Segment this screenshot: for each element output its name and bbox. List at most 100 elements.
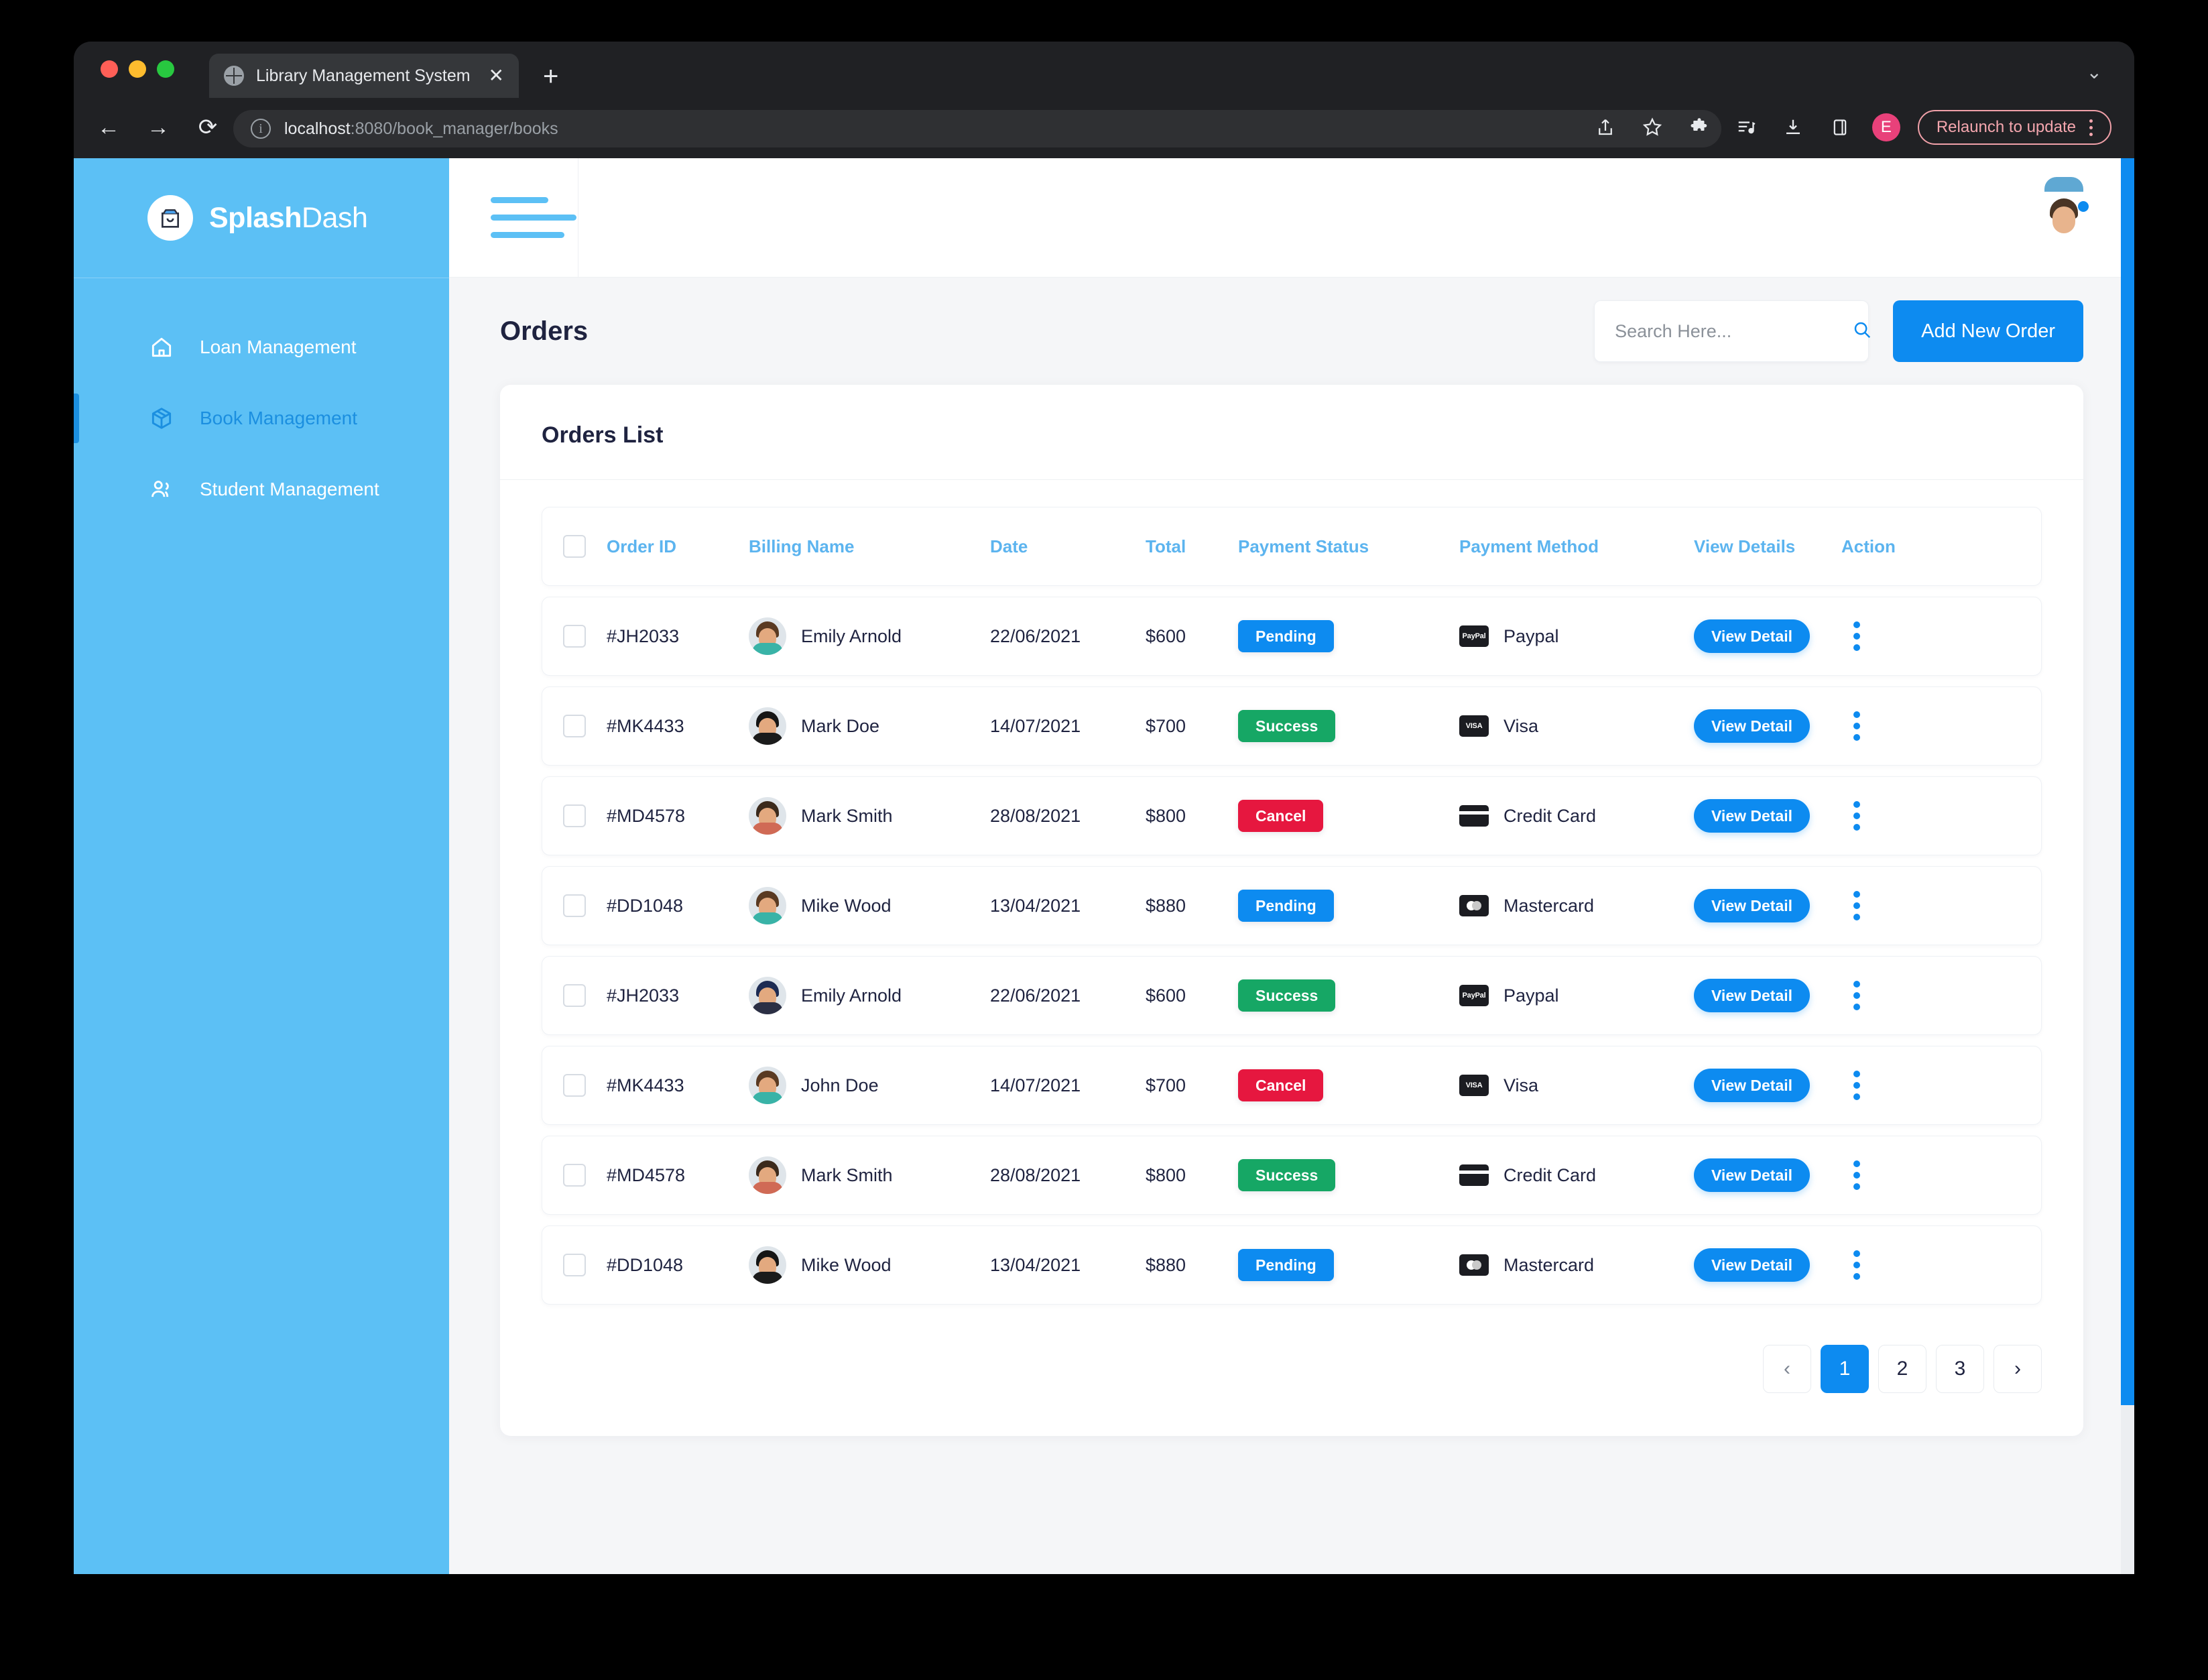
- search-box[interactable]: [1594, 300, 1872, 362]
- site-info-icon[interactable]: i: [251, 119, 271, 139]
- cell-action: [1841, 1250, 1922, 1280]
- reading-list-icon[interactable]: [1731, 113, 1761, 142]
- row-menu-icon[interactable]: [1841, 1160, 1860, 1190]
- forward-icon[interactable]: →: [145, 113, 172, 142]
- view-detail-button[interactable]: View Detail: [1694, 619, 1811, 653]
- brand-logo-area[interactable]: SplashDash: [74, 158, 449, 278]
- brand-name-bold: Splash: [209, 201, 302, 234]
- column-header-payment-method[interactable]: Payment Method: [1459, 536, 1694, 557]
- row-menu-icon[interactable]: [1841, 1250, 1860, 1280]
- view-detail-button[interactable]: View Detail: [1694, 1158, 1811, 1192]
- table-row[interactable]: #DD1048 Mike Wood 13/04/2021 $880 Pending Mas…: [542, 1225, 2042, 1305]
- row-checkbox[interactable]: [563, 625, 586, 648]
- relaunch-label: Relaunch to update: [1936, 118, 2076, 136]
- pagination-page-3[interactable]: 3: [1936, 1345, 1984, 1393]
- row-menu-icon[interactable]: [1841, 1071, 1860, 1100]
- row-menu-icon[interactable]: [1841, 711, 1860, 741]
- cell-payment-status: Cancel: [1238, 800, 1459, 832]
- view-detail-button[interactable]: View Detail: [1694, 709, 1811, 743]
- table-row[interactable]: #JH2033 Emily Arnold 22/06/2021 $600 Pending…: [542, 597, 2042, 676]
- row-checkbox[interactable]: [563, 1074, 586, 1097]
- column-header-billing-name[interactable]: Billing Name: [749, 536, 990, 557]
- reload-icon[interactable]: ⟳: [194, 113, 221, 142]
- globe-favicon-icon: [224, 66, 244, 86]
- minimize-window-button[interactable]: [129, 60, 146, 78]
- row-menu-icon[interactable]: [1841, 801, 1860, 831]
- extensions-puzzle-icon[interactable]: [1684, 113, 1714, 142]
- sidebar-item-student-management[interactable]: Student Management: [74, 454, 449, 525]
- url-path: :8080/book_manager/books: [350, 119, 558, 138]
- cell-view-details: View Detail: [1694, 1069, 1841, 1102]
- new-tab-button[interactable]: +: [543, 63, 558, 90]
- relaunch-to-update-button[interactable]: Relaunch to update: [1917, 110, 2111, 145]
- back-icon[interactable]: ←: [95, 113, 122, 142]
- row-checkbox[interactable]: [563, 804, 586, 827]
- table-row[interactable]: #JH2033 Emily Arnold 22/06/2021 $600 Success…: [542, 956, 2042, 1035]
- pagination-next-button[interactable]: ›: [1994, 1345, 2042, 1393]
- view-detail-button[interactable]: View Detail: [1694, 1248, 1811, 1282]
- search-input[interactable]: [1615, 320, 1853, 342]
- side-panel-icon[interactable]: [1825, 113, 1855, 142]
- cell-total: $600: [1146, 625, 1186, 646]
- cell-total: $880: [1146, 895, 1186, 916]
- cell-date: 22/06/2021: [990, 985, 1081, 1006]
- cell-billing-name: Mark Doe: [749, 707, 990, 745]
- table-row[interactable]: #MD4578 Mark Smith 28/08/2021 $800 Success Cr…: [542, 1136, 2042, 1215]
- row-checkbox[interactable]: [563, 1164, 586, 1187]
- hamburger-icon[interactable]: [491, 197, 576, 238]
- row-checkbox[interactable]: [563, 984, 586, 1007]
- close-window-button[interactable]: [101, 60, 118, 78]
- customer-avatar: [749, 797, 786, 835]
- paypal-icon: PayPal: [1459, 985, 1489, 1006]
- share-icon[interactable]: [1591, 113, 1620, 142]
- brand-name: SplashDash: [209, 201, 368, 235]
- customer-avatar: [749, 977, 786, 1014]
- page-scrollbar[interactable]: [2121, 158, 2134, 1574]
- profile-avatar[interactable]: E: [1872, 113, 1900, 141]
- row-checkbox[interactable]: [563, 715, 586, 737]
- customer-avatar: [749, 1246, 786, 1284]
- table-row[interactable]: #MD4578 Mark Smith 28/08/2021 $800 Cancel Cre…: [542, 776, 2042, 855]
- column-header-view-details[interactable]: View Details: [1694, 536, 1841, 557]
- view-detail-button[interactable]: View Detail: [1694, 979, 1811, 1012]
- table-row[interactable]: #MK4433 John Doe 14/07/2021 $700 Cancel VISA V…: [542, 1046, 2042, 1125]
- pagination-page-1[interactable]: 1: [1821, 1345, 1869, 1393]
- column-header-order-id[interactable]: Order ID: [607, 536, 749, 557]
- view-detail-button[interactable]: View Detail: [1694, 1069, 1811, 1102]
- pagination-page-2[interactable]: 2: [1878, 1345, 1926, 1393]
- table-row[interactable]: #MK4433 Mark Doe 14/07/2021 $700 Success VISA…: [542, 686, 2042, 766]
- search-icon[interactable]: [1852, 320, 1872, 343]
- browser-tab[interactable]: Library Management System ✕: [209, 54, 519, 98]
- column-header-date[interactable]: Date: [990, 536, 1146, 557]
- row-menu-icon[interactable]: [1841, 621, 1860, 651]
- view-detail-button[interactable]: View Detail: [1694, 799, 1811, 833]
- download-icon[interactable]: [1778, 113, 1808, 142]
- row-menu-icon[interactable]: [1841, 981, 1860, 1010]
- bookmark-star-icon[interactable]: [1638, 113, 1667, 142]
- sidebar-item-label: Loan Management: [200, 337, 357, 357]
- close-tab-icon[interactable]: ✕: [489, 66, 504, 85]
- table-row[interactable]: #DD1048 Mike Wood 13/04/2021 $880 Pending Mas…: [542, 866, 2042, 945]
- pagination-prev-button[interactable]: ‹: [1763, 1345, 1811, 1393]
- column-header-payment-status[interactable]: Payment Status: [1238, 536, 1459, 557]
- cell-order-id: #JH2033: [607, 625, 680, 646]
- row-menu-icon[interactable]: [1841, 891, 1860, 920]
- users-icon: [147, 475, 176, 503]
- chevron-down-icon[interactable]: ⌄: [2087, 63, 2102, 82]
- select-all-checkbox[interactable]: [563, 535, 586, 558]
- address-bar[interactable]: i localhost:8080/book_manager/books: [233, 110, 1721, 147]
- row-checkbox[interactable]: [563, 1254, 586, 1276]
- maximize-window-button[interactable]: [157, 60, 174, 78]
- browser-menu-icon[interactable]: [2089, 119, 2093, 136]
- sidebar-item-loan-management[interactable]: Loan Management: [74, 312, 449, 383]
- view-detail-button[interactable]: View Detail: [1694, 889, 1811, 922]
- customer-avatar: [749, 887, 786, 924]
- row-checkbox[interactable]: [563, 894, 586, 917]
- cell-view-details: View Detail: [1694, 799, 1841, 833]
- sidebar-item-book-management[interactable]: Book Management: [74, 383, 449, 454]
- scrollbar-thumb[interactable]: [2121, 158, 2134, 1405]
- user-avatar[interactable]: [2038, 176, 2090, 244]
- column-header-action[interactable]: Action: [1841, 536, 1922, 557]
- column-header-total[interactable]: Total: [1146, 536, 1238, 557]
- add-new-order-button[interactable]: Add New Order: [1893, 300, 2083, 362]
